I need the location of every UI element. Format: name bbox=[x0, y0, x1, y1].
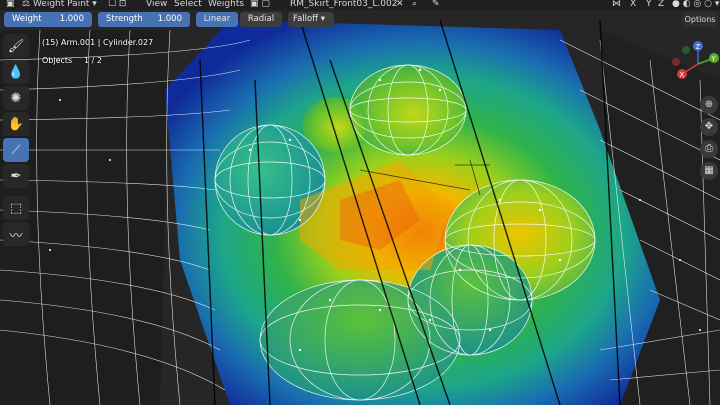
menu-select[interactable]: Select bbox=[174, 0, 202, 9]
objects-label: Objects bbox=[42, 56, 73, 65]
falloff-dropdown[interactable]: Falloff ▾ bbox=[288, 12, 334, 27]
pin-icon[interactable]: ⌕ bbox=[412, 0, 417, 9]
strength-value: 1.000 bbox=[157, 14, 182, 24]
3d-viewport[interactable] bbox=[0, 0, 720, 405]
camera-icon[interactable]: ⎙ bbox=[700, 140, 718, 158]
editor-type-icon[interactable]: ▣ bbox=[6, 0, 15, 9]
smear-icon[interactable]: ✋ bbox=[3, 112, 29, 136]
gradient-icon[interactable]: ⟋ bbox=[3, 138, 29, 162]
draw-brush-icon[interactable]: 🖌 bbox=[3, 34, 29, 58]
blur-drop-icon[interactable]: 💧 bbox=[3, 60, 29, 84]
vertex-select-icons[interactable]: ▣ ▢ bbox=[250, 0, 270, 9]
weight-label: Weight bbox=[12, 14, 42, 24]
options-button[interactable]: Options bbox=[682, 12, 718, 27]
gizmo-z-label: Z bbox=[696, 43, 701, 51]
mode-label: Weight Paint bbox=[32, 0, 90, 9]
options-label: Options bbox=[684, 15, 716, 24]
view-toggle-icon[interactable]: ☐ ⊡ bbox=[108, 0, 126, 9]
gizmo-x-label: X bbox=[680, 71, 685, 79]
mirror-z[interactable]: Z bbox=[658, 0, 664, 9]
strength-field[interactable]: Strength 1.000 bbox=[98, 12, 190, 27]
linear-button[interactable]: Linear bbox=[196, 12, 238, 27]
zoom-icon[interactable]: ⊕ bbox=[700, 96, 718, 114]
objects-count: 1 / 2 bbox=[84, 56, 102, 65]
sample-weight-icon[interactable]: ✒ bbox=[3, 164, 29, 188]
mode-selector[interactable]: ⚖ Weight Paint ▾ bbox=[22, 0, 97, 9]
annotate-icon[interactable]: 〰 bbox=[3, 222, 29, 246]
average-icon[interactable]: ✺ bbox=[3, 86, 29, 110]
radial-button[interactable]: Radial bbox=[240, 12, 282, 27]
gizmo-neg-y bbox=[682, 46, 690, 54]
mirror-y[interactable]: Y bbox=[646, 0, 652, 9]
mirror-x[interactable]: X bbox=[630, 0, 636, 9]
menu-view[interactable]: View bbox=[146, 0, 167, 9]
falloff-label: Falloff bbox=[293, 14, 319, 24]
close-icon[interactable]: ✕ bbox=[396, 0, 404, 9]
tool-settings-bar: Weight 1.000 Strength 1.000 Linear Radia… bbox=[0, 12, 720, 28]
mirror-label[interactable]: ⋈ bbox=[612, 0, 621, 9]
weight-paint-mesh bbox=[0, 0, 720, 405]
grid-view-icon[interactable]: ▦ bbox=[700, 162, 718, 180]
menu-weights[interactable]: Weights bbox=[208, 0, 244, 9]
pan-icon[interactable]: ✥ bbox=[700, 118, 718, 136]
shading-icons[interactable]: ● ◐ ◎ ○ ▾ bbox=[672, 0, 719, 9]
select-box-icon[interactable]: ⬚ bbox=[3, 196, 29, 220]
object-name[interactable]: RM_Skirt_Front03_L.002 bbox=[290, 0, 397, 9]
gizmo-y-label: Y bbox=[711, 55, 717, 63]
weight-field[interactable]: Weight 1.000 bbox=[4, 12, 92, 27]
navigation-gizmo[interactable]: Z X Y bbox=[664, 38, 720, 88]
object-info-text: (15) Arm.001 | Cylinder.027 bbox=[42, 38, 154, 47]
header-bar: ▣ ⚖ Weight Paint ▾ ☐ ⊡ View Select Weigh… bbox=[0, 0, 720, 10]
strength-label: Strength bbox=[106, 14, 143, 24]
weight-value: 1.000 bbox=[59, 14, 84, 24]
gizmo-neg-x bbox=[672, 58, 680, 66]
brush-icon[interactable]: ✎ bbox=[432, 0, 440, 9]
